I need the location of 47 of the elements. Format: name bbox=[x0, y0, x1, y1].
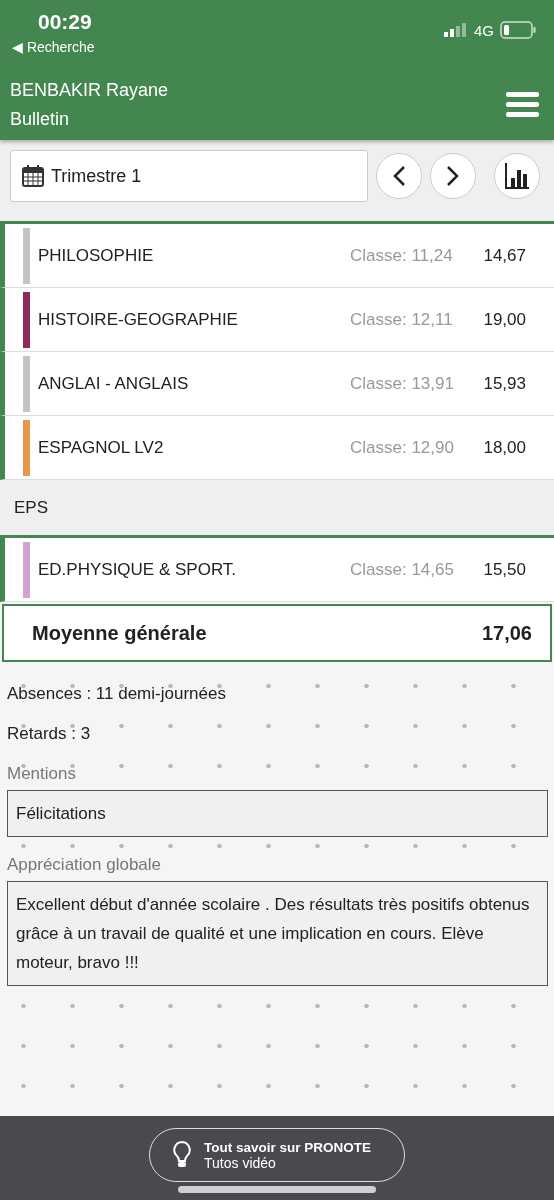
previous-button[interactable] bbox=[376, 153, 422, 199]
next-button[interactable] bbox=[430, 153, 476, 199]
group-title: EPS bbox=[14, 497, 49, 518]
network-label: 4G bbox=[474, 21, 494, 39]
subject-row[interactable]: ANGLAI - ANGLAIS Classe: 13,91 15,93 bbox=[0, 352, 554, 416]
battery-icon bbox=[500, 21, 536, 39]
mentions-label: Mentions bbox=[7, 764, 77, 784]
subject-name: ANGLAI - ANGLAIS bbox=[38, 373, 190, 394]
subject-row[interactable]: HISTOIRE-GEOGRAPHIE Classe: 12,11 19,00 bbox=[0, 288, 554, 352]
lightbulb-icon bbox=[172, 1140, 192, 1170]
class-average: Classe: 12,11 bbox=[350, 309, 454, 330]
subject-row[interactable]: ED.PHYSIQUE & SPORT. Classe: 14,65 15,50 bbox=[0, 538, 554, 602]
chevron-left-icon bbox=[392, 165, 406, 187]
bar-chart-icon bbox=[504, 162, 530, 190]
subject-grade: 18,00 bbox=[482, 437, 526, 458]
appreciation-box: Excellent début d'année scolaire . Des résultats très positifs obtenus grâce à un travail de qualité et une implication en cours. Elève moteur, bravo !!! bbox=[7, 881, 548, 986]
absences-text: Absences : 11 demi-journées bbox=[7, 684, 227, 704]
calendar-icon bbox=[21, 164, 45, 188]
student-name: BENBAKIR Rayane bbox=[10, 80, 169, 101]
overall-label: Moyenne générale bbox=[32, 621, 207, 645]
period-selector[interactable]: Trimestre 1 bbox=[10, 150, 368, 202]
clock-time: 00:29 bbox=[38, 10, 92, 34]
subject-grade: 19,00 bbox=[482, 309, 526, 330]
back-link[interactable]: ◀ Recherche bbox=[12, 39, 95, 55]
subject-name: ESPAGNOL LV2 bbox=[38, 437, 165, 458]
class-average: Classe: 14,65 bbox=[350, 559, 455, 580]
page-title: Bulletin bbox=[10, 109, 71, 130]
subject-row[interactable]: ESPAGNOL LV2 Classe: 12,90 18,00 bbox=[0, 416, 554, 480]
lates-text: Retards : 3 bbox=[7, 724, 92, 744]
appreciation-label: Appréciation globale bbox=[7, 855, 163, 875]
subject-grade: 15,50 bbox=[482, 559, 526, 580]
subject-name: HISTOIRE-GEOGRAPHIE bbox=[38, 309, 239, 330]
menu-icon bbox=[506, 90, 540, 120]
subject-name: ED.PHYSIQUE & SPORT. bbox=[38, 559, 238, 580]
signal-icon bbox=[444, 23, 468, 37]
subject-row[interactable]: PHILOSOPHIE Classe: 11,24 14,67 bbox=[0, 224, 554, 288]
overall-grade: 17,06 bbox=[481, 621, 532, 645]
subject-grade: 15,93 bbox=[482, 373, 526, 394]
class-average: Classe: 13,91 bbox=[350, 373, 455, 394]
subject-name: PHILOSOPHIE bbox=[38, 245, 155, 266]
class-average: Classe: 12,90 bbox=[350, 437, 455, 458]
menu-button[interactable] bbox=[506, 90, 540, 120]
mentions-box: Félicitations bbox=[7, 790, 548, 837]
chevron-right-icon bbox=[446, 165, 460, 187]
chart-button[interactable] bbox=[494, 153, 540, 199]
class-average: Classe: 11,24 bbox=[350, 245, 454, 266]
subject-grade: 14,67 bbox=[482, 245, 526, 266]
